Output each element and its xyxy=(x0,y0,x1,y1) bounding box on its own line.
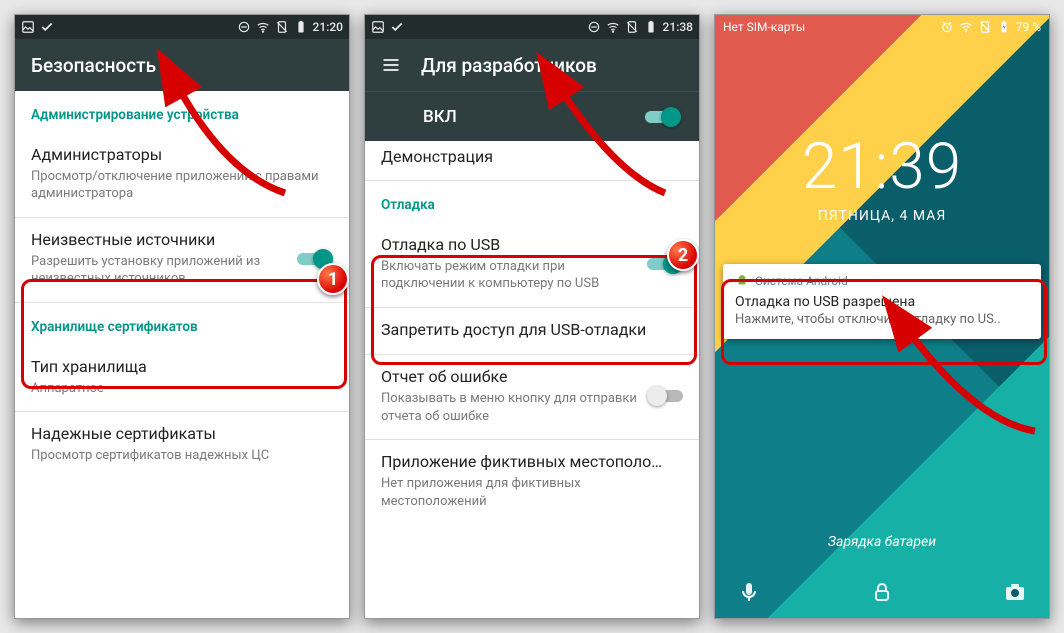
camera-icon[interactable] xyxy=(1003,580,1027,604)
item-title: Администраторы xyxy=(31,145,333,166)
toggle-bug-report[interactable] xyxy=(647,386,683,406)
status-time: 21:20 xyxy=(313,20,343,34)
item-subtitle: Просмотр/отключение приложений с правами… xyxy=(31,168,333,203)
battery-percent: 79 % xyxy=(1016,20,1041,34)
toolbar: Безопасность xyxy=(15,39,349,91)
item-subtitle: Аппаратное xyxy=(31,380,333,398)
settings-list[interactable]: Администрирование устройства Администрат… xyxy=(15,91,349,618)
item-mock-location[interactable]: Приложение фиктивных местополо… Нет прил… xyxy=(365,440,699,524)
item-title: Отладка по USB xyxy=(381,235,637,256)
lock-bottom-row xyxy=(715,580,1049,604)
item-title: Запретить доступ для USB-отладки xyxy=(381,320,683,341)
settings-list[interactable]: Демонстрация Отладка Отладка по USB Вклю… xyxy=(365,141,699,618)
item-subtitle: Нет приложения для фиктивных местоположе… xyxy=(381,475,683,510)
item-title: Тип хранилища xyxy=(31,357,333,378)
phone-developer-options: 21:38 Для разработчиков ВКЛ Демонстрация… xyxy=(364,14,700,619)
item-title: Демонстрация xyxy=(381,147,683,168)
item-unknown-sources[interactable]: Неизвестные источники Разрешить установк… xyxy=(15,218,349,302)
toolbar: Для разработчиков xyxy=(365,39,699,91)
item-subtitle: Разрешить установку приложений из неизве… xyxy=(31,253,287,288)
no-sim-text: Нет SIM-карты xyxy=(723,20,805,34)
android-icon xyxy=(735,274,749,288)
image-icon xyxy=(21,20,35,34)
lock-screen[interactable]: Нет SIM-карты 79 % 21:39 ПЯТНИЦА, 4 МАЯ … xyxy=(715,15,1049,618)
item-subtitle: Показывать в меню кнопку для отправки от… xyxy=(381,390,637,425)
wifi-icon xyxy=(256,20,270,34)
notification-title: Отладка по USB разрешена xyxy=(735,294,1029,310)
page-title: Для разработчиков xyxy=(421,54,597,77)
status-bar: Нет SIM-карты 79 % xyxy=(715,15,1049,39)
lock-date: ПЯТНИЦА, 4 МАЯ xyxy=(715,208,1049,224)
battery-charging-icon xyxy=(997,20,1011,34)
page-title: Безопасность xyxy=(31,54,156,77)
battery-icon xyxy=(294,20,308,34)
wifi-icon xyxy=(959,20,973,34)
item-bug-report[interactable]: Отчет об ошибке Показывать в меню кнопку… xyxy=(365,355,699,439)
check-icon xyxy=(390,20,404,34)
notification-text: Нажмите, чтобы отключить отладку по US.. xyxy=(735,312,1029,327)
image-icon xyxy=(371,20,385,34)
phone-lockscreen: Нет SIM-карты 79 % 21:39 ПЯТНИЦА, 4 МАЯ … xyxy=(714,14,1050,619)
item-storage-type[interactable]: Тип хранилища Аппаратное xyxy=(15,345,349,411)
item-title: Неизвестные источники xyxy=(31,230,287,251)
wifi-icon xyxy=(606,20,620,34)
battery-icon xyxy=(644,20,658,34)
section-cert-storage: Хранилище сертификатов xyxy=(15,303,349,345)
section-debugging: Отладка xyxy=(365,181,699,223)
dnd-icon xyxy=(237,20,251,34)
item-usb-debugging[interactable]: Отладка по USB Включать режим отладки пр… xyxy=(365,223,699,307)
no-sim-icon xyxy=(978,20,992,34)
voice-icon[interactable] xyxy=(737,580,761,604)
item-title: Надежные сертификаты xyxy=(31,424,333,445)
item-administrators[interactable]: Администраторы Просмотр/отключение прило… xyxy=(15,133,349,217)
no-sim-icon xyxy=(625,20,639,34)
check-icon xyxy=(40,20,54,34)
item-subtitle: Просмотр сертификатов надежных ЦС xyxy=(31,447,333,465)
toggle-dev-options[interactable] xyxy=(645,107,681,127)
lock-icon[interactable] xyxy=(870,580,894,604)
toggle-unknown-sources[interactable] xyxy=(297,249,333,269)
hamburger-icon[interactable] xyxy=(381,55,401,75)
notification-app-name: Система Android xyxy=(755,274,848,288)
alarm-icon xyxy=(940,20,954,34)
item-revoke-usb-auth[interactable]: Запретить доступ для USB-отладки xyxy=(365,308,699,355)
status-bar: 21:38 xyxy=(365,15,699,39)
toggle-usb-debugging[interactable] xyxy=(647,254,683,274)
status-bar: 21:20 xyxy=(15,15,349,39)
no-sim-icon xyxy=(275,20,289,34)
item-title: Отчет об ошибке xyxy=(381,367,637,388)
lock-clock: 21:39 xyxy=(715,129,1049,204)
item-subtitle: Включать режим отладки при подключении к… xyxy=(381,258,637,293)
dnd-icon xyxy=(587,20,601,34)
section-device-admin: Администрирование устройства xyxy=(15,91,349,133)
item-title: Приложение фиктивных местополо… xyxy=(381,452,683,473)
notification-card[interactable]: Система Android Отладка по USB разрешена… xyxy=(723,264,1041,339)
master-switch-label: ВКЛ xyxy=(383,107,457,127)
dev-options-master-switch: ВКЛ xyxy=(365,91,699,141)
item-demo-mode[interactable]: Демонстрация xyxy=(365,141,699,180)
phone-security: 21:20 Безопасность Администрирование уст… xyxy=(14,14,350,619)
item-trusted-certs[interactable]: Надежные сертификаты Просмотр сертификат… xyxy=(15,412,349,478)
charging-text: Зарядка батареи xyxy=(715,534,1049,550)
status-time: 21:38 xyxy=(663,20,693,34)
